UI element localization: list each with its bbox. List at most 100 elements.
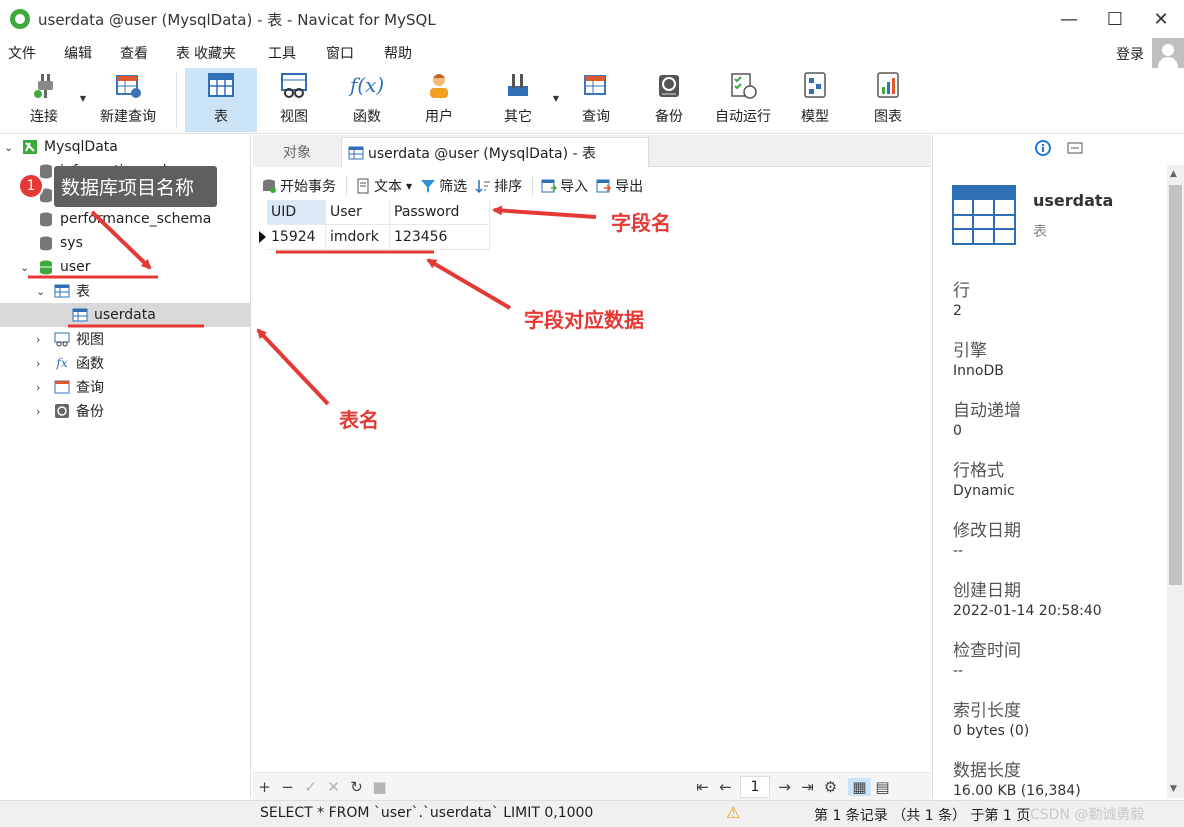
tree-views-node[interactable]: › 视图 <box>36 327 104 351</box>
toolbar-model-button[interactable]: 模型 <box>779 68 851 132</box>
table-cell[interactable]: 123456 <box>390 225 490 250</box>
tree-queries-node[interactable]: › 查询 <box>36 375 104 399</box>
apply-icon[interactable]: ✓ <box>299 778 322 796</box>
column-header-password[interactable]: Password <box>390 200 490 225</box>
chevron-down-icon[interactable]: ⌄ <box>20 261 34 274</box>
first-page-icon[interactable]: ⇤ <box>691 778 714 796</box>
refresh-icon[interactable]: ↻ <box>345 778 368 796</box>
function-icon: f(x) <box>349 73 385 97</box>
chevron-right-icon[interactable]: › <box>36 405 50 418</box>
toolbar-table-button[interactable]: 表 <box>185 68 257 132</box>
discard-icon[interactable]: ✕ <box>322 778 345 796</box>
info-value: 2 <box>953 303 962 319</box>
toolbar-user-button[interactable]: 用户 <box>403 68 475 132</box>
toolbar-backup-button[interactable]: 备份 <box>631 68 707 132</box>
title-bar: userdata @user (MysqlData) - 表 - Navicat… <box>0 0 1184 38</box>
record-count: 第 1 条记录 （共 1 条） 于第 1 页 <box>814 808 1031 824</box>
tree-backups-node[interactable]: › 备份 <box>36 399 104 423</box>
begin-transaction-button[interactable]: 开始事务 <box>261 176 336 196</box>
chevron-down-icon[interactable]: ▼ <box>406 182 412 191</box>
tab-objects[interactable]: 对象 <box>253 137 341 167</box>
tab-userdata[interactable]: userdata @user (MysqlData) - 表 <box>341 137 649 167</box>
menu-view[interactable]: 查看 <box>112 43 156 63</box>
tree-functions-node[interactable]: › fx 函数 <box>36 351 104 375</box>
login-link[interactable]: 登录 <box>1116 44 1144 64</box>
query-icon <box>581 70 611 100</box>
toolbar-query-button[interactable]: 查询 <box>561 68 631 132</box>
info-label: 索引长度 <box>953 701 1021 721</box>
toolbar-schedule-button[interactable]: 自动运行 <box>707 68 779 132</box>
maximize-button[interactable]: ☐ <box>1092 0 1138 38</box>
menu-window[interactable]: 窗口 <box>318 43 362 63</box>
import-button[interactable]: 导入 <box>541 176 588 196</box>
toolbar-chart-button[interactable]: 图表 <box>851 68 925 132</box>
info-value: 0 bytes (0) <box>953 723 1030 739</box>
table-cell[interactable]: imdork <box>326 225 390 250</box>
info-object-name: userdata <box>1033 191 1114 210</box>
info-icon[interactable] <box>1035 140 1051 160</box>
toolbar-function-button[interactable]: f(x) 函数 <box>331 68 403 132</box>
grid-nav-bar: + − ✓ ✕ ↻ ■ ⇤ ← 1 → ⇥ ⚙ ▦ ▤ <box>253 772 931 800</box>
minimize-button[interactable]: — <box>1046 0 1092 38</box>
scroll-up-icon[interactable]: ▲ <box>1170 169 1177 179</box>
document-icon <box>355 178 371 194</box>
function-icon: fx <box>56 356 68 370</box>
menu-edit[interactable]: 编辑 <box>56 43 100 63</box>
chevron-right-icon[interactable]: › <box>36 381 50 394</box>
tree-db-sys[interactable]: sys <box>38 231 83 255</box>
last-page-icon[interactable]: ⇥ <box>796 778 819 796</box>
toolbar-view-button[interactable]: 视图 <box>257 68 331 132</box>
close-button[interactable]: ✕ <box>1138 0 1184 38</box>
ddl-icon[interactable] <box>1067 140 1083 160</box>
new-query-icon <box>113 70 143 100</box>
menu-favorites[interactable]: 收藏夹 <box>192 43 244 63</box>
window-title: userdata @user (MysqlData) - 表 - Navicat… <box>38 10 436 29</box>
column-header-user[interactable]: User <box>326 200 390 225</box>
chevron-down-icon[interactable]: ⌄ <box>36 285 50 298</box>
export-button[interactable]: 导出 <box>596 176 643 196</box>
scroll-thumb[interactable] <box>1169 185 1182 585</box>
form-view-icon[interactable]: ▤ <box>871 778 894 796</box>
object-tree: ⌄ MysqlData information_schema mysql per… <box>0 135 251 798</box>
info-value: 0 <box>953 423 962 439</box>
column-header-uid[interactable]: UID <box>267 200 326 225</box>
add-record-icon[interactable]: + <box>253 778 276 796</box>
toolbar-other-button[interactable]: 其它 ▼ <box>475 68 561 132</box>
chevron-down-icon[interactable]: ▼ <box>553 94 559 103</box>
next-page-icon[interactable]: → <box>773 778 796 796</box>
table-cell[interactable]: 15924 <box>267 225 326 250</box>
stop-icon[interactable]: ■ <box>368 778 391 796</box>
scroll-down-icon[interactable]: ▼ <box>1170 784 1177 794</box>
prev-page-icon[interactable]: ← <box>714 778 737 796</box>
warning-icon[interactable]: ⚠ <box>726 803 740 822</box>
chevron-right-icon[interactable]: › <box>36 357 50 370</box>
menu-file[interactable]: 文件 <box>0 43 44 63</box>
text-button[interactable]: 文本 ▼ <box>355 176 412 196</box>
filter-button[interactable]: 筛选 <box>420 176 467 196</box>
tree-tables-node[interactable]: ⌄ 表 <box>36 279 90 303</box>
menu-help[interactable]: 帮助 <box>376 43 420 63</box>
tree-db-user[interactable]: ⌄ user <box>20 255 91 279</box>
delete-record-icon[interactable]: − <box>276 778 299 796</box>
info-scrollbar[interactable]: ▲ ▼ <box>1167 165 1184 798</box>
tree-db-performance-schema[interactable]: performance_schema <box>38 207 211 231</box>
chevron-down-icon[interactable]: ▼ <box>80 94 86 103</box>
tree-table-userdata[interactable]: userdata <box>0 303 251 327</box>
avatar[interactable] <box>1152 38 1184 70</box>
annotation-badge: 1 <box>18 173 44 199</box>
menu-table[interactable]: 表 <box>168 43 192 63</box>
info-value: -- <box>953 543 964 559</box>
chevron-down-icon[interactable]: ⌄ <box>4 141 18 154</box>
tree-connection[interactable]: ⌄ MysqlData <box>4 135 251 159</box>
grid-view-icon[interactable]: ▦ <box>848 778 871 796</box>
info-object-type: 表 <box>1033 224 1047 240</box>
chevron-right-icon[interactable]: › <box>36 333 50 346</box>
sort-button[interactable]: 排序 <box>475 176 522 196</box>
toolbar-connect-button[interactable]: 连接 ▼ <box>0 68 88 132</box>
info-label: 引擎 <box>953 341 987 361</box>
table-icon <box>952 185 1016 245</box>
menu-tools[interactable]: 工具 <box>260 43 304 63</box>
toolbar-new-query-button[interactable]: 新建查询 <box>88 68 168 132</box>
settings-gear-icon[interactable]: ⚙ <box>819 778 842 796</box>
page-number-input[interactable]: 1 <box>740 776 770 798</box>
